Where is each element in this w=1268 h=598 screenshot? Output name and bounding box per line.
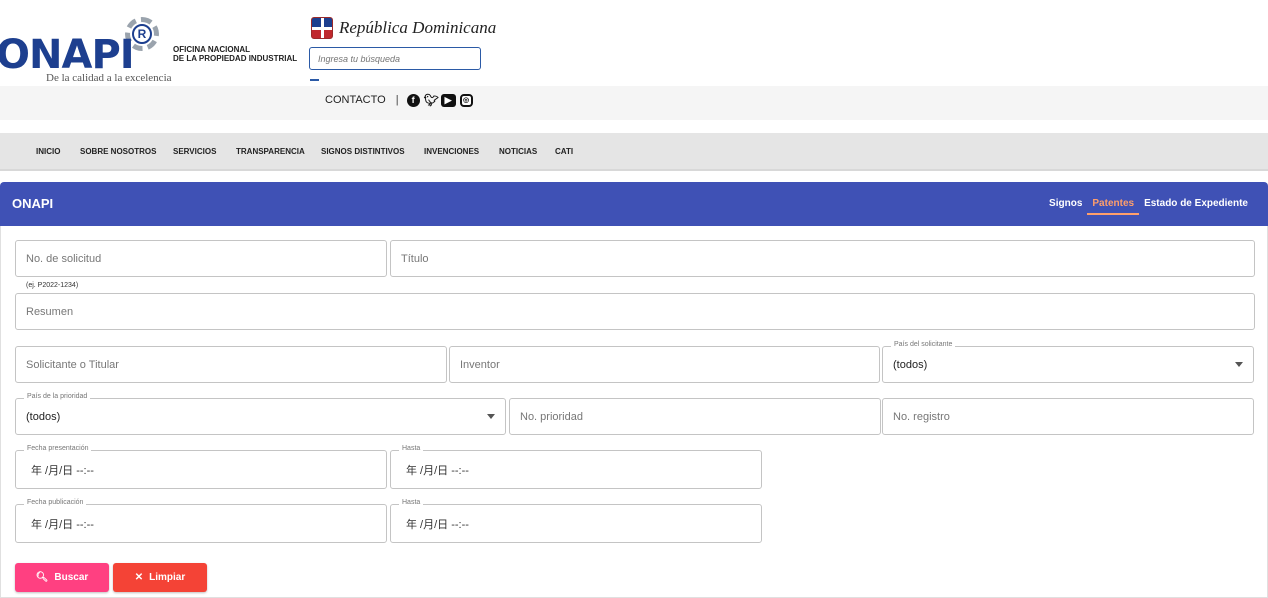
limpiar-label: Limpiar [149,572,186,583]
fecha-presentacion-value: 年 /月/日 --:-- [31,464,94,477]
no-prioridad-field[interactable]: No. prioridad [509,398,881,435]
contact-bar [0,86,1268,120]
hasta-presentacion-label: Hasta [399,445,424,452]
instagram-icon[interactable]: ◎ [459,93,473,107]
nav-item-noticias[interactable]: NOTICIAS [499,147,555,156]
app-tabs: Signos Patentes Estado de Expediente [1044,198,1253,215]
country-brand[interactable]: República Dominicana [311,16,496,40]
fecha-presentacion-field[interactable]: Fecha presentación 年 /月/日 --:-- [15,445,387,489]
logo-tagline: De la calidad a la excelencia [46,72,172,84]
hasta-publicacion-label: Hasta [399,499,424,506]
nav-item-invenciones[interactable]: INVENCIONES [424,147,499,156]
solicitud-hint: (ej. P2022-1234) [26,282,79,289]
onapi-logo[interactable]: R ONAPI De la calidad a la excelencia OF… [0,14,300,86]
buscar-label: Buscar [54,572,89,583]
country-brand-text: República Dominicana [339,18,497,37]
pais-solicitante-value: (todos) [893,358,928,371]
search-input[interactable] [309,47,481,70]
solicitud-placeholder: No. de solicitud [26,252,102,265]
coat-of-arms-icon [311,17,333,39]
no-prioridad-placeholder: No. prioridad [520,410,583,423]
pais-solicitante-select[interactable]: País del solicitante (todos) [882,341,1254,383]
pais-prioridad-value: (todos) [26,410,61,423]
hasta-presentacion-value: 年 /月/日 --:-- [406,464,469,477]
contact-row: CONTACTO | f 🐦︎ ▶ ◎ [325,92,473,108]
inventor-field[interactable]: Inventor [449,346,880,383]
nav-item-cati[interactable]: CATI [555,147,585,156]
solicitante-placeholder: Solicitante o Titular [26,358,119,371]
titulo-placeholder: Título [401,252,429,265]
hasta-publicacion-field[interactable]: Hasta 年 /月/日 --:-- [390,499,762,543]
nav-item-sobre-nosotros[interactable]: SOBRE NOSOTROS [80,147,173,156]
limpiar-button[interactable]: ✕ Limpiar [113,563,207,592]
org-name-line2: DE LA PROPIEDAD INDUSTRIAL [173,54,298,63]
search-icon: 🔍︎ [35,572,49,583]
tab-estado-expediente[interactable]: Estado de Expediente [1139,198,1253,215]
social-links: f 🐦︎ ▶ ◎ [406,93,473,107]
inventor-placeholder: Inventor [460,358,500,371]
contact-separator: | [395,94,399,106]
registered-icon: R [132,24,152,44]
fecha-publicacion-value: 年 /月/日 --:-- [31,518,94,531]
fecha-presentacion-label: Fecha presentación [24,445,92,452]
chevron-down-icon [1235,362,1243,367]
nav-item-inicio[interactable]: INICIO [36,147,80,156]
no-registro-field[interactable]: No. registro [882,398,1254,435]
hasta-presentacion-field[interactable]: Hasta 年 /月/日 --:-- [390,445,762,489]
nav-items: INICIO SOBRE NOSOTROS SERVICIOS TRANSPAR… [36,147,585,156]
youtube-icon[interactable]: ▶ [440,93,456,107]
nav-item-servicios[interactable]: SERVICIOS [173,147,236,156]
facebook-icon[interactable]: f [406,93,420,107]
fecha-publicacion-field[interactable]: Fecha publicación 年 /月/日 --:-- [15,499,387,543]
nav-item-transparencia[interactable]: TRANSPARENCIA [236,147,321,156]
pais-prioridad-label: País de la prioridad [24,393,91,400]
resumen-placeholder: Resumen [26,305,74,318]
pais-prioridad-select[interactable]: País de la prioridad (todos) [15,393,506,435]
nav-item-signos-distintivos[interactable]: SIGNOS DISTINTIVOS [321,147,424,156]
solicitante-field[interactable]: Solicitante o Titular [15,346,447,383]
solicitud-field[interactable]: No. de solicitud [15,240,387,277]
close-icon: ✕ [134,572,144,583]
app-title: ONAPI [12,196,54,211]
hasta-publicacion-value: 年 /月/日 --:-- [406,518,469,531]
org-name: OFICINA NACIONAL DE LA PROPIEDAD INDUSTR… [173,45,297,63]
fecha-publicacion-label: Fecha publicación [24,499,87,506]
titulo-field[interactable]: Título [390,240,1255,277]
pais-solicitante-label: País del solicitante [891,341,956,348]
chevron-down-icon [487,414,495,419]
buscar-button[interactable]: 🔍︎ Buscar [15,563,109,592]
twitter-icon[interactable]: 🐦︎ [424,93,439,107]
contact-link[interactable]: CONTACTO [325,94,386,106]
tab-patentes[interactable]: Patentes [1087,198,1140,215]
search-underline [310,79,319,81]
page: R ONAPI De la calidad a la excelencia OF… [0,0,1268,598]
org-name-line1: OFICINA NACIONAL [173,45,251,54]
resumen-field[interactable]: Resumen [15,293,1255,330]
tab-signos[interactable]: Signos [1044,198,1087,215]
no-registro-placeholder: No. registro [893,410,950,423]
